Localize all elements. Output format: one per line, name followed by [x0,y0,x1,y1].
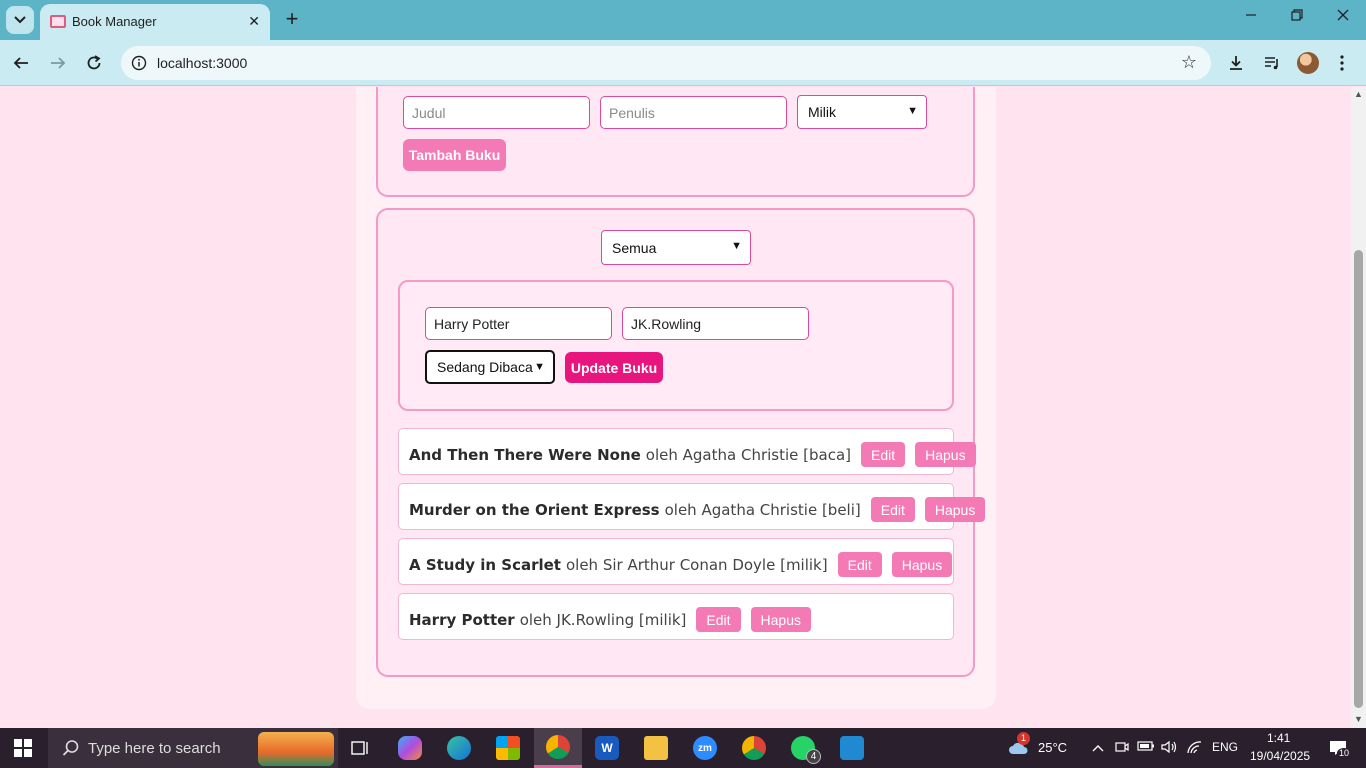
chevron-down-icon [14,16,26,24]
windows-taskbar: Type here to search W zm 4 1 25°C ENG 1:… [0,728,1366,768]
edit-button[interactable]: Edit [861,442,906,467]
book-row: Murder on the Orient Express oleh Agatha… [398,483,986,530]
windows-start-icon[interactable] [14,739,32,757]
edit-status-select-value: Sedang Dibaca [437,359,533,375]
scroll-up-arrow-icon[interactable]: ▲ [1354,89,1363,99]
arrow-left-icon [13,57,28,69]
filter-select[interactable]: Semua ▼ [601,230,751,265]
edge-browser-icon[interactable] [435,728,483,768]
tab-title: Book Manager [72,14,157,29]
minimize-icon [1246,14,1256,16]
media-control-icon[interactable] [1260,51,1284,75]
reload-icon [87,55,101,70]
profile-avatar[interactable] [1297,52,1319,74]
chevron-up-icon[interactable] [1089,740,1107,756]
word-icon[interactable]: W [583,728,631,768]
close-icon [1337,9,1349,21]
update-book-button[interactable]: Update Buku [565,352,663,383]
whatsapp-icon[interactable]: 4 [779,728,827,768]
edit-button[interactable]: Edit [837,552,882,577]
meet-now-icon[interactable] [1113,740,1131,756]
battery-icon[interactable] [1137,740,1155,756]
edit-button[interactable]: Edit [696,607,741,632]
forward-button[interactable] [45,50,71,76]
clock-time[interactable]: 1:41 [1267,731,1290,745]
new-tab-button[interactable]: + [280,8,304,32]
delete-button[interactable]: Hapus [891,552,953,577]
edit-author-input[interactable] [622,307,809,340]
book-meta: oleh Sir Arthur Conan Doyle [milik] [565,555,828,574]
chrome-profile-icon[interactable] [730,728,778,768]
delete-button[interactable]: Hapus [915,442,976,467]
download-icon[interactable] [1224,51,1248,75]
zoom-icon[interactable]: zm [681,728,729,768]
wifi-icon[interactable] [1186,740,1204,756]
search-placeholder: Type here to search [88,740,221,757]
browser-toolbar: localhost:3000 ☆ [0,40,1366,86]
temperature[interactable]: 25°C [1038,740,1067,755]
task-view-icon[interactable] [336,728,384,768]
book-title: A Study in Scarlet [409,555,561,574]
book-title: Murder on the Orient Express [409,500,660,519]
restore-icon [1291,9,1303,21]
clock-date[interactable]: 19/04/2025 [1250,749,1310,763]
page-viewport: Milik ▼ Tambah Buku Semua ▼ Sedang Dibac… [0,87,1351,728]
minimize-button[interactable] [1228,8,1274,32]
reload-button[interactable] [81,50,107,76]
title-input[interactable] [403,96,590,129]
book-meta: oleh JK.Rowling [milik] [519,610,687,629]
edit-book-form [398,280,954,411]
add-book-button[interactable]: Tambah Buku [403,139,506,171]
scroll-down-arrow-icon[interactable]: ▼ [1354,714,1363,724]
copilot-icon[interactable] [386,728,434,768]
chrome-taskbar-icon[interactable] [534,728,582,768]
restore-button[interactable] [1274,8,1320,32]
author-input[interactable] [600,96,787,129]
delete-button[interactable]: Hapus [924,497,986,522]
url-text: localhost:3000 [157,55,248,71]
chevron-down-icon: ▼ [731,240,742,252]
close-window-button[interactable] [1320,8,1366,32]
arrow-right-icon [51,57,66,69]
delete-button[interactable]: Hapus [750,607,811,632]
filter-select-value: Semua [612,239,657,256]
active-tab[interactable]: Book Manager ✕ [40,4,270,40]
book-meta: oleh Agatha Christie [beli] [664,500,861,519]
scrollbar-thumb[interactable] [1354,250,1363,708]
vscode-icon[interactable] [828,728,876,768]
site-info-icon[interactable] [130,54,148,72]
microsoft-store-icon[interactable] [484,728,532,768]
search-icon [62,740,79,756]
chevron-down-icon: ▼ [534,361,545,373]
edit-button[interactable]: Edit [870,497,915,522]
whatsapp-badge: 4 [806,749,821,764]
book-favicon-icon [50,15,66,28]
bookmark-star-icon[interactable]: ☆ [1181,52,1197,73]
book-title: Harry Potter [409,610,515,629]
vertical-scrollbar[interactable]: ▲ ▼ [1351,87,1366,728]
tab-search-button[interactable] [6,6,34,34]
address-bar[interactable]: localhost:3000 ☆ [121,46,1211,80]
book-row: A Study in Scarlet oleh Sir Arthur Conan… [398,538,954,585]
taskbar-search[interactable]: Type here to search [48,728,338,768]
search-highlight-image [258,732,334,766]
more-menu-icon[interactable] [1330,51,1354,75]
edit-title-input[interactable] [425,307,612,340]
language-indicator[interactable]: ENG [1212,740,1238,754]
volume-icon[interactable] [1160,740,1178,756]
file-explorer-icon[interactable] [632,728,680,768]
book-row: Harry Potter oleh JK.Rowling [milik] Edi… [398,593,954,640]
status-select[interactable]: Milik ▼ [797,95,927,129]
book-row: And Then There Were None oleh Agatha Chr… [398,428,976,475]
book-title: And Then There Were None [409,445,641,464]
chevron-down-icon: ▼ [907,105,918,117]
notification-count: 10 [1337,748,1352,758]
status-select-value: Milik [808,104,836,120]
edit-status-select[interactable]: Sedang Dibaca ▼ [425,350,555,384]
back-button[interactable] [8,50,34,76]
browser-tab-strip: Book Manager ✕ + [0,0,1366,40]
book-meta: oleh Agatha Christie [baca] [645,445,851,464]
weather-alert-badge: 1 [1017,732,1030,745]
tab-close-icon[interactable]: ✕ [248,13,260,30]
